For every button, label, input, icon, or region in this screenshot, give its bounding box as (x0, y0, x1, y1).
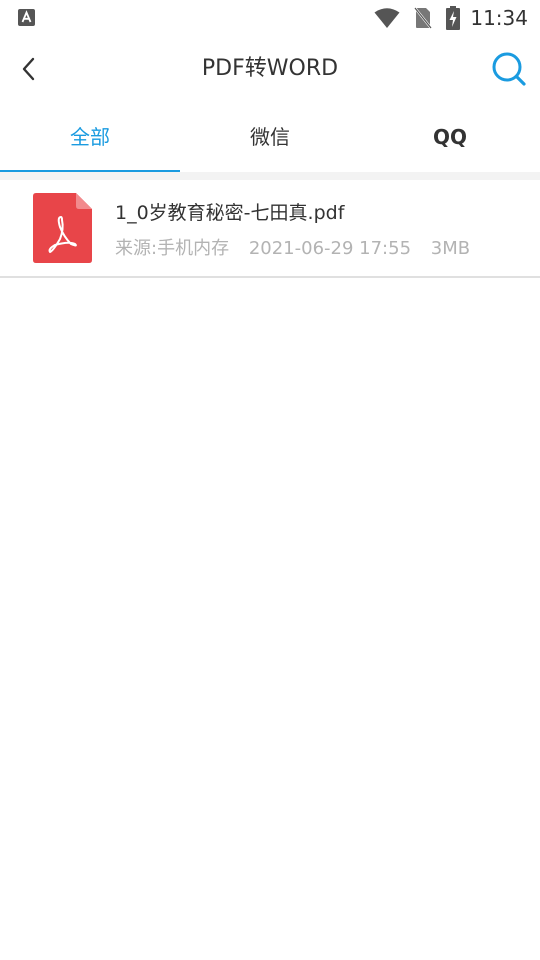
file-date: 2021-06-29 17:55 (248, 238, 412, 259)
no-sim-icon (414, 7, 433, 29)
tab-wechat[interactable]: 微信 (180, 102, 360, 172)
pdf-file-icon (33, 193, 92, 263)
file-list-item[interactable]: 1_0岁教育秘密-七田真.pdf 来源:手机内存 2021-06-29 17:5… (0, 180, 540, 278)
section-divider (0, 172, 540, 180)
tab-bar: 全部 微信 QQ (0, 102, 540, 172)
battery-charging-icon (446, 6, 461, 30)
file-meta: 来源:手机内存 2021-06-29 17:55 3MB (115, 234, 470, 260)
tab-all-label: 全部 (70, 125, 110, 149)
tab-qq[interactable]: QQ (360, 102, 540, 172)
file-name: 1_0岁教育秘密-七田真.pdf (115, 202, 345, 224)
font-a-icon (18, 9, 35, 26)
file-source: 来源:手机内存 (115, 238, 230, 259)
status-bar: 11:34 (0, 0, 540, 36)
tab-all[interactable]: 全部 (0, 102, 180, 172)
app-bar: PDF转WORD (0, 36, 540, 102)
file-size: 3MB (430, 238, 471, 259)
status-icons: 11:34 (360, 0, 528, 36)
tab-qq-label: QQ (432, 125, 467, 149)
status-time: 11:34 (470, 6, 528, 30)
page-title: PDF转WORD (201, 56, 339, 81)
tab-wechat-label: 微信 (250, 125, 290, 149)
search-icon[interactable] (490, 50, 528, 88)
wifi-icon (374, 8, 400, 28)
